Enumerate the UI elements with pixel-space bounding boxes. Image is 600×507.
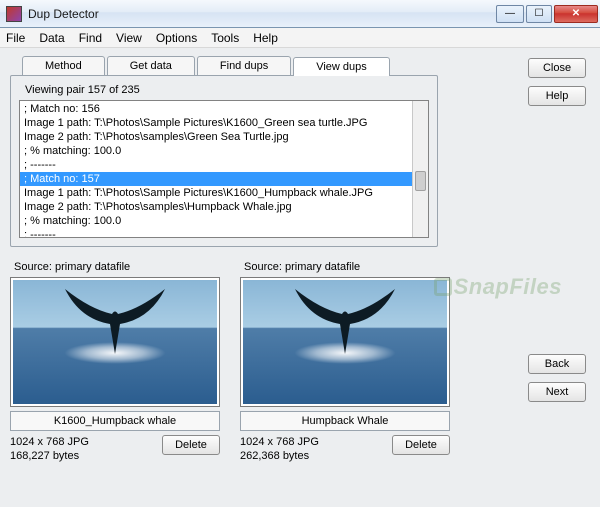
nav-buttons: Back Next: [528, 354, 586, 402]
list-item[interactable]: Image 2 path: T:\Photos\samples\Humpback…: [20, 200, 428, 214]
list-scrollbar[interactable]: [412, 101, 428, 237]
menu-help[interactable]: Help: [253, 31, 278, 45]
titlebar: Dup Detector — ☐ ✕: [0, 0, 600, 28]
list-item[interactable]: ; -------: [20, 228, 428, 238]
match-list[interactable]: ; Match no: 156 Image 1 path: T:\Photos\…: [19, 100, 429, 238]
list-item[interactable]: ; -------: [20, 158, 428, 172]
menu-find[interactable]: Find: [79, 31, 102, 45]
app-icon: [6, 6, 22, 22]
filename-right: Humpback Whale: [240, 411, 450, 431]
preview-left: Source: primary datafile K1600_Humpback …: [10, 261, 220, 463]
maximize-button[interactable]: ☐: [526, 5, 552, 23]
minimize-button[interactable]: —: [496, 5, 524, 23]
scrollbar-thumb[interactable]: [415, 171, 426, 191]
list-item[interactable]: ; Match no: 156: [20, 102, 428, 116]
filesize-right: 262,368 bytes: [240, 449, 319, 463]
thumbnail-right: [240, 277, 450, 407]
list-item[interactable]: Image 1 path: T:\Photos\Sample Pictures\…: [20, 186, 428, 200]
dimensions-left: 1024 x 768 JPG: [10, 435, 89, 449]
close-window-button[interactable]: ✕: [554, 5, 598, 23]
dialog-buttons: Close Help: [528, 58, 586, 106]
delete-button-right[interactable]: Delete: [392, 435, 450, 455]
list-item[interactable]: Image 1 path: T:\Photos\Sample Pictures\…: [20, 116, 428, 130]
menu-file[interactable]: File: [6, 31, 25, 45]
menu-options[interactable]: Options: [156, 31, 197, 45]
next-button[interactable]: Next: [528, 382, 586, 402]
window-title: Dup Detector: [28, 7, 496, 21]
meta-row-right: 1024 x 768 JPG 262,368 bytes Delete: [240, 435, 450, 463]
tab-method[interactable]: Method: [22, 56, 105, 75]
help-button[interactable]: Help: [528, 86, 586, 106]
menu-view[interactable]: View: [116, 31, 142, 45]
tab-strip: Method Get data Find dups View dups: [22, 56, 590, 75]
tab-view-dups[interactable]: View dups: [293, 57, 390, 76]
list-item-selected[interactable]: ; Match no: 157: [20, 172, 428, 186]
tab-find-dups[interactable]: Find dups: [197, 56, 291, 75]
source-label-right: Source: primary datafile: [244, 261, 450, 273]
source-label-left: Source: primary datafile: [14, 261, 220, 273]
preview-right: Source: primary datafile Humpback Whale …: [240, 261, 450, 463]
menu-tools[interactable]: Tools: [211, 31, 239, 45]
view-dups-panel: Viewing pair 157 of 235 ; Match no: 156 …: [10, 75, 438, 247]
thumbnail-image-left: [13, 280, 217, 404]
window-controls: — ☐ ✕: [496, 5, 598, 23]
list-item[interactable]: ; % matching: 100.0: [20, 214, 428, 228]
filename-left: K1600_Humpback whale: [10, 411, 220, 431]
preview-row: Source: primary datafile K1600_Humpback …: [10, 261, 590, 463]
thumbnail-image-right: [243, 280, 447, 404]
list-item[interactable]: Image 2 path: T:\Photos\samples\Green Se…: [20, 130, 428, 144]
menubar: File Data Find View Options Tools Help: [0, 28, 600, 48]
meta-text-right: 1024 x 768 JPG 262,368 bytes: [240, 435, 319, 463]
thumbnail-left: [10, 277, 220, 407]
delete-button-left[interactable]: Delete: [162, 435, 220, 455]
dimensions-right: 1024 x 768 JPG: [240, 435, 319, 449]
tab-get-data[interactable]: Get data: [107, 56, 195, 75]
meta-text-left: 1024 x 768 JPG 168,227 bytes: [10, 435, 89, 463]
menu-data[interactable]: Data: [39, 31, 64, 45]
list-item[interactable]: ; % matching: 100.0: [20, 144, 428, 158]
close-button[interactable]: Close: [528, 58, 586, 78]
filesize-left: 168,227 bytes: [10, 449, 89, 463]
client-area: Method Get data Find dups View dups View…: [0, 48, 600, 507]
whale-tail-icon: [290, 284, 400, 354]
back-button[interactable]: Back: [528, 354, 586, 374]
meta-row-left: 1024 x 768 JPG 168,227 bytes Delete: [10, 435, 220, 463]
whale-tail-icon: [60, 284, 170, 354]
viewing-pair-status: Viewing pair 157 of 235: [25, 84, 429, 96]
